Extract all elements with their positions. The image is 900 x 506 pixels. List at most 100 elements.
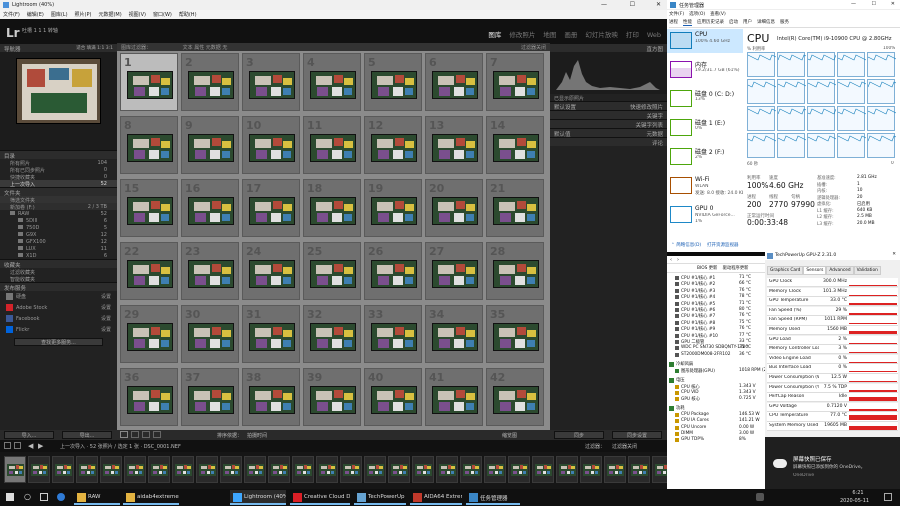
module-tab[interactable]: 修改照片 — [509, 31, 535, 39]
edge-browser-icon[interactable] — [57, 493, 65, 501]
bios-update-button[interactable]: BIOS 更新 — [697, 266, 717, 271]
filmstrip-thumbnail[interactable] — [172, 456, 194, 483]
grid-cell[interactable]: 15 — [120, 179, 178, 237]
task-manager-tab[interactable]: 服务 — [780, 20, 789, 25]
grid-cell[interactable]: 27 — [425, 242, 483, 300]
maximize-icon[interactable]: ☐ — [872, 1, 876, 7]
grid-cell[interactable]: 29 — [120, 305, 178, 363]
sync-settings-button[interactable]: 同步设置 — [612, 431, 662, 439]
metadata-header[interactable]: 默认值 元数据 — [550, 128, 667, 138]
grid-cell[interactable]: 6 — [425, 53, 483, 111]
filmstrip-thumbnail[interactable] — [364, 456, 386, 483]
menu-item[interactable]: 图库(L) — [51, 11, 68, 18]
taskbar-app-button[interactable]: 任务管理器 — [466, 490, 520, 505]
grid-cell[interactable]: 31 — [242, 305, 300, 363]
volume-item[interactable]: 新加卷 (F:) 2 / 3 TB — [0, 203, 117, 211]
collection-item[interactable]: 智能收藏夹 — [0, 275, 117, 283]
taskbar-app-button[interactable]: AIDA64 Extreme — [410, 490, 462, 505]
filmstrip-thumbnail[interactable] — [316, 456, 338, 483]
grid-cell[interactable]: 17 — [242, 179, 300, 237]
navigator-zoom[interactable]: 适合 填满 1:1 3:1 — [76, 45, 113, 51]
grid-cell[interactable]: 19 — [364, 179, 422, 237]
sidebar-resource-4[interactable]: 磁盘 2 (F:) 2% — [667, 145, 743, 169]
task-manager-tab[interactable]: 详细信息 — [757, 20, 775, 25]
filmstrip-thumbnail[interactable] — [484, 456, 506, 483]
grid-cell[interactable]: 13 — [425, 116, 483, 174]
filmstrip-thumbnail[interactable] — [388, 456, 410, 483]
driver-update-button[interactable]: 驱动程序更新 — [723, 266, 749, 271]
grid-cell[interactable]: 9 — [181, 116, 239, 174]
close-icon[interactable]: ✕ — [892, 252, 896, 257]
sort-value[interactable]: 拍摄时间 — [247, 432, 267, 439]
collection-item[interactable]: 过滤收藏夹 — [0, 268, 117, 276]
grid-cell[interactable]: 2 — [181, 53, 239, 111]
forward-arrow-icon[interactable]: › — [677, 257, 679, 263]
grid-cell[interactable]: 42 — [486, 368, 544, 426]
task-manager-menu-item[interactable]: 文件(F) — [669, 12, 684, 17]
catalog-item[interactable]: 上一次导入 52 — [0, 180, 117, 188]
task-manager-tab[interactable]: 启动 — [729, 20, 738, 25]
folders-header[interactable]: 文件夹 — [0, 187, 117, 197]
sidebar-resource-2[interactable]: 磁盘 0 (C: D:) 13% — [667, 87, 743, 111]
menu-item[interactable]: 帮助(H) — [179, 11, 197, 18]
grid-cell[interactable]: 14 — [486, 116, 544, 174]
filmstrip-thumbnail[interactable] — [292, 456, 314, 483]
folder-item[interactable]: 750D 5 — [0, 224, 117, 231]
loupe-view-icon[interactable] — [131, 431, 139, 438]
grid-cell[interactable]: 41 — [425, 368, 483, 426]
grid-cell[interactable]: 33 — [364, 305, 422, 363]
publish-service-item[interactable]: Adobe Stock 设置 — [0, 302, 117, 313]
folder-item[interactable]: X1D 6 — [0, 252, 117, 259]
grid-cell[interactable]: 1 — [120, 53, 178, 111]
quick-develop-header[interactable]: 默认设置 快速修改照片 — [550, 101, 667, 111]
taskbar-app-button[interactable]: Lightroom (40%) — [230, 490, 286, 505]
filmstrip-thumbnail[interactable] — [28, 456, 50, 483]
menu-item[interactable]: 文件(F) — [3, 11, 20, 18]
grid-cell[interactable]: 10 — [242, 116, 300, 174]
filmstrip-thumbnail[interactable] — [460, 456, 482, 483]
navigator-preview[interactable] — [0, 52, 117, 150]
close-icon[interactable]: ✕ — [891, 1, 895, 7]
folder-filter[interactable]: 筛选文件夹 — [0, 196, 117, 204]
publish-service-badge[interactable]: 设置 — [101, 304, 111, 311]
folder-item[interactable]: RAW 52 — [0, 210, 117, 217]
filmstrip-thumbnail[interactable] — [580, 456, 602, 483]
filmstrip-thumbnail[interactable] — [244, 456, 266, 483]
grid-cell[interactable]: 3 — [242, 53, 300, 111]
sensor-group-header[interactable]: 功耗 — [667, 405, 765, 412]
grid-cell[interactable]: 40 — [364, 368, 422, 426]
menu-item[interactable]: 元数据(M) — [98, 11, 121, 18]
publish-service-badge[interactable]: 设置 — [101, 293, 111, 300]
task-view-icon[interactable] — [40, 493, 48, 501]
module-tab[interactable]: 图库 — [488, 31, 501, 39]
grid-cell[interactable]: 25 — [303, 242, 361, 300]
gpuz-tab[interactable]: Validation — [853, 266, 881, 275]
filmstrip-thumbnail[interactable] — [604, 456, 626, 483]
comments-header[interactable]: 评论 — [550, 137, 667, 147]
folder-item[interactable]: GFX100 12 — [0, 238, 117, 245]
gpuz-tab[interactable]: Sensors — [803, 266, 827, 275]
grid-cell[interactable]: 34 — [425, 305, 483, 363]
sidebar-resource-0[interactable]: CPU 100% 4.60 GHz — [667, 29, 743, 53]
onedrive-notification[interactable]: 屏幕快照已保存 屏幕快照已添加到你的 OneDrive。 OneDrive — [765, 437, 900, 489]
filmstrip-thumbnail[interactable] — [148, 456, 170, 483]
grid-cell[interactable]: 37 — [181, 368, 239, 426]
taskbar-app-button[interactable]: RAW — [74, 490, 120, 505]
filmstrip-thumbnail[interactable] — [532, 456, 554, 483]
grid-cell[interactable]: 20 — [425, 179, 483, 237]
task-manager-menu-item[interactable]: 查看(V) — [710, 12, 726, 17]
search-icon[interactable]: ○ — [24, 492, 31, 501]
filmstrip-thumbnail[interactable] — [4, 456, 26, 483]
tray-icons[interactable] — [756, 493, 764, 501]
keywording-header[interactable]: 关键字 — [550, 110, 667, 120]
minimize-icon[interactable]: — — [601, 1, 607, 8]
filmstrip-thumbnail[interactable] — [340, 456, 362, 483]
folder-item[interactable]: LUX 11 — [0, 245, 117, 252]
catalog-item[interactable]: 所有已同步照片 0 — [0, 166, 117, 174]
windows-start-icon[interactable] — [6, 493, 14, 501]
catalog-item[interactable]: 快捷收藏夹 0 — [0, 173, 117, 181]
gpuz-tab[interactable]: Graphics Card — [767, 266, 804, 275]
grid-cell[interactable]: 26 — [364, 242, 422, 300]
fewer-details-link[interactable]: ⌃ 简略信息(D) — [671, 242, 701, 248]
taskbar-app-button[interactable]: TechPowerUp GP... — [354, 490, 406, 505]
